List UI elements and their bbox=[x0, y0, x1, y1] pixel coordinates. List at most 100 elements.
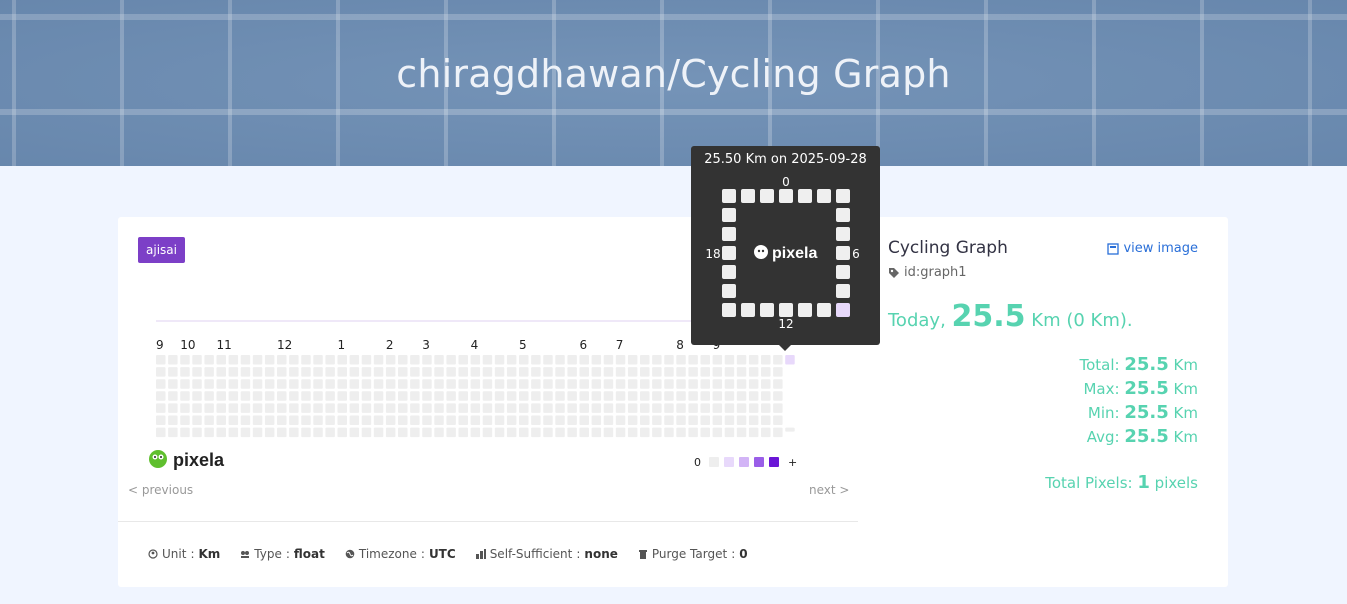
pixel-cell[interactable] bbox=[156, 379, 166, 389]
pixel-cell[interactable] bbox=[410, 427, 420, 438]
pixel-cell[interactable] bbox=[252, 403, 263, 413]
pixel-cell[interactable] bbox=[506, 355, 517, 365]
pixel-cell[interactable] bbox=[470, 415, 481, 426]
pixel-cell[interactable] bbox=[373, 427, 384, 438]
pixel-cell[interactable] bbox=[385, 355, 396, 365]
pixel-cell[interactable] bbox=[700, 379, 711, 389]
pixel-cell[interactable] bbox=[555, 415, 565, 426]
pixel-cell[interactable] bbox=[724, 379, 735, 389]
pixel-cell[interactable] bbox=[373, 355, 384, 365]
pixel-cell[interactable] bbox=[252, 379, 263, 389]
pixel-cell[interactable] bbox=[724, 403, 735, 413]
pixel-cell[interactable] bbox=[700, 355, 711, 365]
pixel-cell[interactable] bbox=[603, 403, 614, 413]
pixel-cell[interactable] bbox=[688, 355, 698, 365]
pixel-cell[interactable] bbox=[337, 367, 348, 377]
pixel-cell[interactable] bbox=[627, 391, 638, 401]
pixel-cell[interactable] bbox=[446, 427, 456, 438]
pixel-cell[interactable] bbox=[555, 367, 565, 377]
pixel-cell[interactable] bbox=[434, 379, 444, 389]
pixel-cell[interactable] bbox=[591, 415, 602, 426]
pixel-cell[interactable] bbox=[301, 367, 311, 377]
pixel-cell[interactable] bbox=[156, 415, 166, 426]
pixel-cell[interactable] bbox=[240, 391, 251, 401]
pixel-cell[interactable] bbox=[688, 415, 698, 426]
pixel-cell[interactable] bbox=[349, 367, 360, 377]
pixel-cell[interactable] bbox=[627, 415, 638, 426]
pixel-cell[interactable] bbox=[228, 367, 239, 377]
pixel-cell[interactable] bbox=[337, 391, 348, 401]
pixel-cell[interactable] bbox=[615, 367, 626, 377]
pixel-cell[interactable] bbox=[700, 367, 711, 377]
pixel-cell[interactable] bbox=[434, 427, 444, 438]
pixel-cell[interactable] bbox=[180, 403, 190, 413]
pixel-cell[interactable] bbox=[252, 427, 263, 438]
pixel-cell[interactable] bbox=[506, 427, 517, 438]
pixel-cell[interactable] bbox=[204, 379, 214, 389]
pixel-cell[interactable] bbox=[761, 415, 771, 426]
pixel-cell[interactable] bbox=[627, 367, 638, 377]
pixel-cell[interactable] bbox=[543, 367, 553, 377]
pixel-cell[interactable] bbox=[398, 427, 408, 438]
pixel-cell[interactable] bbox=[773, 403, 783, 413]
pixel-cell[interactable] bbox=[712, 415, 723, 426]
pixel-cell[interactable] bbox=[458, 427, 469, 438]
pixel-cell[interactable] bbox=[204, 355, 214, 365]
pixel-cell[interactable] bbox=[337, 379, 348, 389]
pixel-cell[interactable] bbox=[192, 427, 202, 438]
pixel-cell[interactable] bbox=[289, 355, 299, 365]
pixel-cell[interactable] bbox=[676, 391, 686, 401]
pixel-cell[interactable] bbox=[531, 379, 541, 389]
pixel-cell[interactable] bbox=[506, 403, 517, 413]
pixel-cell[interactable] bbox=[688, 379, 698, 389]
pixel-cell[interactable] bbox=[446, 379, 456, 389]
pixel-cell[interactable] bbox=[277, 403, 287, 413]
pixel-cell[interactable] bbox=[494, 379, 505, 389]
pixel-cell[interactable] bbox=[337, 427, 348, 438]
pixel-cell[interactable] bbox=[434, 367, 444, 377]
pixel-cell[interactable] bbox=[761, 355, 771, 365]
pixel-cell[interactable] bbox=[168, 367, 178, 377]
pixel-cell[interactable] bbox=[349, 355, 360, 365]
next-link[interactable]: next > bbox=[809, 483, 849, 497]
pixel-cell[interactable] bbox=[216, 415, 227, 426]
pixel-cell[interactable] bbox=[361, 379, 372, 389]
pixel-cell[interactable] bbox=[664, 391, 674, 401]
pixel-cell[interactable] bbox=[180, 355, 190, 365]
pixel-cell[interactable] bbox=[216, 379, 227, 389]
pixel-cell[interactable] bbox=[313, 427, 323, 438]
pixel-cell[interactable] bbox=[591, 379, 602, 389]
pixel-cell[interactable] bbox=[373, 415, 384, 426]
pixel-cell[interactable] bbox=[482, 379, 493, 389]
pixel-cell[interactable] bbox=[519, 379, 529, 389]
pixel-cell[interactable] bbox=[313, 355, 323, 365]
pixel-cell[interactable] bbox=[240, 403, 251, 413]
pixel-cell[interactable] bbox=[627, 379, 638, 389]
pixel-cell[interactable] bbox=[543, 415, 553, 426]
pixel-cell[interactable] bbox=[567, 379, 577, 389]
pixel-cell[interactable] bbox=[652, 427, 662, 438]
pixel-cell[interactable] bbox=[567, 403, 577, 413]
pixel-cell[interactable] bbox=[676, 427, 686, 438]
pixel-cell[interactable] bbox=[506, 379, 517, 389]
pixel-cell[interactable] bbox=[579, 427, 590, 438]
pixel-cell[interactable] bbox=[773, 367, 783, 377]
pixel-cell[interactable] bbox=[289, 415, 299, 426]
pixel-cell[interactable] bbox=[264, 403, 275, 413]
pixel-cell[interactable] bbox=[603, 367, 614, 377]
pixel-cell[interactable] bbox=[652, 415, 662, 426]
pixel-cell[interactable] bbox=[591, 367, 602, 377]
pixel-cell[interactable] bbox=[264, 427, 275, 438]
pixel-cell[interactable] bbox=[168, 379, 178, 389]
pixel-cell[interactable] bbox=[180, 391, 190, 401]
pixel-cell[interactable] bbox=[470, 355, 481, 365]
pixel-cell[interactable] bbox=[494, 403, 505, 413]
pixel-cell[interactable] bbox=[277, 415, 287, 426]
pixel-cell[interactable] bbox=[579, 367, 590, 377]
pixel-cell[interactable] bbox=[434, 355, 444, 365]
pixel-cell[interactable] bbox=[773, 415, 783, 426]
pixel-cell[interactable] bbox=[482, 391, 493, 401]
pixel-cell[interactable] bbox=[664, 367, 674, 377]
pixel-cell[interactable] bbox=[543, 379, 553, 389]
pixel-cell[interactable] bbox=[373, 367, 384, 377]
